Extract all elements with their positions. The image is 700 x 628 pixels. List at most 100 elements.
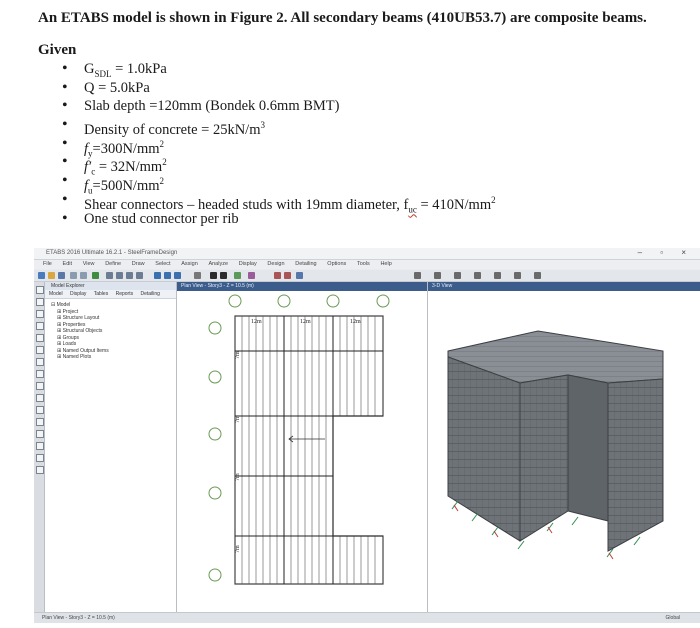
plan-view-icon[interactable] [164,272,171,279]
rotate-icon[interactable] [194,272,201,279]
grid-bubble [376,294,390,308]
status-view: Plan View - Story3 - Z = 10.5 (m) [42,615,115,621]
draw-toolstrip [34,282,45,613]
snap-icon[interactable] [36,406,44,414]
snap-icon[interactable] [36,454,44,462]
bay-label: 7m [235,545,241,553]
menu-bar: File Edit View Define Draw Select Assign… [34,260,700,269]
span-label: 12m [251,319,262,325]
menu-file[interactable]: File [43,260,52,269]
building-facade-front [519,374,569,542]
new-model-icon[interactable] [38,272,45,279]
tab-detailing[interactable]: Detailing [140,291,159,297]
menu-options[interactable]: Options [327,260,346,269]
menu-edit[interactable]: Edit [63,260,72,269]
3d-view-panel: 3-D View [428,282,700,613]
snap-icon[interactable] [36,430,44,438]
save-icon[interactable] [58,272,65,279]
tab-model[interactable]: Model [49,291,63,297]
window-controls[interactable]: – ▫ × [638,248,694,257]
app-title-bar: ETABS 2016 Ultimate 16.2.1 - SteelFrameD… [34,248,700,260]
frame-icon[interactable] [248,272,255,279]
draw-opening-icon[interactable] [36,358,44,366]
zoom-out-icon[interactable] [116,272,123,279]
menu-draw[interactable]: Draw [132,260,145,269]
draw-section-cut-icon[interactable] [36,394,44,402]
tool-icon[interactable] [434,272,441,279]
tool-icon[interactable] [474,272,481,279]
menu-design[interactable]: Design [267,260,284,269]
model-explorer: Model Explorer Model Display Tables Repo… [45,282,177,613]
menu-assign[interactable]: Assign [181,260,198,269]
draw-column-icon[interactable] [284,272,291,279]
list-item: Density of concrete = 25kN/m3 [62,116,496,138]
tool-icon[interactable] [534,272,541,279]
3d-view-canvas[interactable] [428,291,700,613]
draw-floor-icon[interactable] [296,272,303,279]
grid-bubble [208,568,222,582]
display-icon[interactable] [234,272,241,279]
snap-icon[interactable] [36,442,44,450]
snap-icon[interactable] [36,466,44,474]
tool-icon[interactable] [494,272,501,279]
draw-wall-icon[interactable] [36,346,44,354]
etabs-screenshot: ETABS 2016 Ultimate 16.2.1 - SteelFrameD… [34,248,700,623]
span-label: 12m [350,319,361,325]
list-item: f′c = 32N/mm2 [62,153,496,177]
run-analysis-icon[interactable] [92,272,99,279]
toolbar [34,270,700,282]
tab-tables[interactable]: Tables [94,291,108,297]
draw-beam-icon[interactable] [274,272,281,279]
select-all-icon[interactable] [220,272,227,279]
status-coordinate-system[interactable]: Global [666,615,680,621]
snap-icon[interactable] [36,418,44,426]
draw-area-icon[interactable] [36,310,44,318]
list-item: Q = 5.0kPa [62,79,496,98]
draw-line-icon[interactable] [36,298,44,306]
list-item: fu=500N/mm2 [62,172,496,196]
list-item: GSDL = 1.0kPa [62,60,496,79]
menu-view[interactable]: View [83,260,95,269]
menu-analyze[interactable]: Analyze [208,260,228,269]
tool-icon[interactable] [454,272,461,279]
given-list: GSDL = 1.0kPa Q = 5.0kPa Slab depth =120… [62,60,496,228]
grid-bubble [208,321,222,335]
tree-item[interactable]: ⊞ Named Plots [51,354,176,361]
list-item: One stud connector per rib [62,210,496,229]
menu-help[interactable]: Help [380,260,391,269]
draw-dimension-icon[interactable] [36,382,44,390]
draw-brace-icon[interactable] [36,334,44,342]
elevation-view-icon[interactable] [174,272,181,279]
plan-view-panel: Plan View - Story3 - Z = 10.5 (m) 12m 12… [177,282,428,613]
list-item: fy=300N/mm2 [62,135,496,159]
zoom-in-icon[interactable] [106,272,113,279]
pan-icon[interactable] [136,272,143,279]
select-icon[interactable] [210,272,217,279]
plan-view-canvas[interactable]: 12m 12m 12m 7m 7m 7m 7m [177,291,427,613]
open-icon[interactable] [48,272,55,279]
status-bar: Plan View - Story3 - Z = 10.5 (m) Global [34,612,700,623]
redo-icon[interactable] [80,272,87,279]
pointer-icon[interactable] [36,286,44,294]
draw-link-icon[interactable] [36,370,44,378]
undo-icon[interactable] [70,272,77,279]
list-item: Shear connectors – headed studs with 19m… [62,191,496,215]
zoom-window-icon[interactable] [126,272,133,279]
menu-display[interactable]: Display [239,260,257,269]
explorer-header: Model Explorer [45,282,176,290]
grid-bubble [228,294,242,308]
3d-view-icon[interactable] [154,272,161,279]
menu-detailing[interactable]: Detailing [295,260,316,269]
draw-point-icon[interactable] [36,322,44,330]
tab-reports[interactable]: Reports [116,291,134,297]
menu-define[interactable]: Define [105,260,121,269]
grid-bubble [208,427,222,441]
list-item: Slab depth =120mm (Bondek 0.6mm BMT) [62,97,496,116]
section-icon[interactable] [414,272,421,279]
menu-select[interactable]: Select [155,260,170,269]
menu-tools[interactable]: Tools [357,260,370,269]
tool-icon[interactable] [514,272,521,279]
building-facade-right [607,378,664,552]
given-heading: Given [38,42,77,58]
tab-display[interactable]: Display [70,291,86,297]
